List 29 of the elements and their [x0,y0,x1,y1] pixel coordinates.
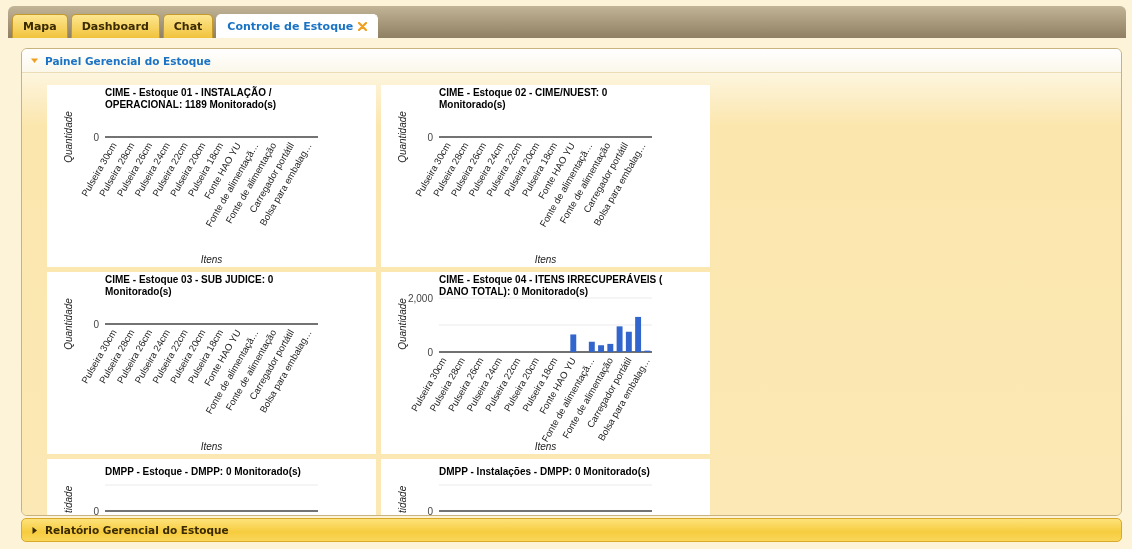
chart-title: CIME - Estoque 03 - SUB JUDICE: 0 Monitorado(s) [105,274,275,298]
chart-title: CIME - Estoque 02 - CIME/NUEST: 0 Monitorado(s) [439,87,609,111]
axis-title: Quantidade [397,111,408,163]
panel-header[interactable]: Relatório Gerencial do Estoque [21,518,1122,542]
axis-title: Itens [200,254,223,265]
axis-title: Itens [200,441,223,452]
tick-label: 0 [93,318,99,330]
axis-title: Itens [534,254,557,265]
tab[interactable]: Mapa [12,14,68,38]
panel-header[interactable]: Painel Gerencial do Estoque [22,49,1121,73]
chart-title: DMPP - Instalações - DMPP: 0 Monitorado(s) [439,466,651,478]
tick-label: 2,000 [407,292,433,304]
axis-title: Itens [534,441,557,452]
axis-title: Quantidade [397,298,408,350]
chart-title: CIME - Estoque 01 - INSTALAÇÃO / OPERACIONAL: 1189 Monitorado(s) [105,87,278,111]
axis-title: tidade [63,485,74,513]
tick-label: 0 [93,131,99,143]
tick-label: 0 [427,505,433,515]
chart-title: DMPP - Estoque - DMPP: 0 Monitorado(s) [105,466,302,478]
tab[interactable]: Controle de Estoque [216,14,379,38]
axis-title: tidade [397,485,408,513]
tick-label: 0 [427,346,433,358]
tab[interactable]: Chat [162,14,214,38]
axis-title: Quantidade [63,298,74,350]
chart-title: CIME - Estoque 04 - ITENS IRRECUPERÁVEIS ( DANO TOTAL): 0 Monitorado(s) [439,274,664,298]
tab[interactable]: Dashboard [70,14,160,38]
tick-label: 0 [93,505,99,515]
tick-label: 0 [427,131,433,143]
axis-title: Quantidade [63,111,74,163]
